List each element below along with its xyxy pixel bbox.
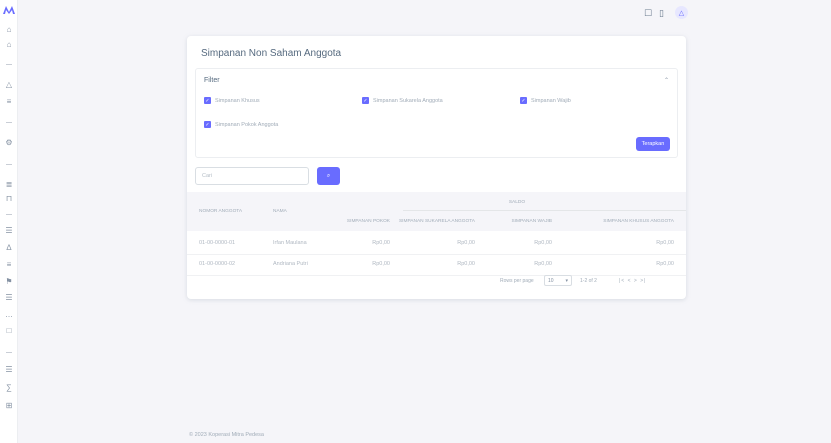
user-icon[interactable]: ∆ — [4, 243, 14, 253]
chart-bar-icon[interactable]: ≣ — [4, 180, 14, 190]
sign-icon[interactable]: ∑ — [4, 383, 14, 393]
header-group-saldo: SALDO — [508, 200, 526, 205]
user-icon: △ — [678, 9, 685, 17]
rows-per-page-select[interactable]: 10 ▾ — [544, 275, 572, 286]
checkbox-label: Simpanan Sukarela Anggota — [373, 97, 443, 104]
checkbox-simpanan-sukarela[interactable]: ✓ Simpanan Sukarela Anggota — [362, 97, 443, 104]
cell-sukarela: Rp0,00 — [457, 240, 475, 246]
cell-wajib: Rp0,00 — [534, 240, 552, 246]
main-card: Simpanan Non Saham Anggota Filter ⌃ ✓ Si… — [187, 36, 686, 299]
checkbox-check-icon[interactable]: ✓ — [204, 97, 211, 104]
cell-nomor: 01-00-0000-02 — [199, 261, 236, 267]
sidebar: ⌂ ⌂ △ ≡ ⚙ ≣ ⊓ ☰ ∆ ≡ ⚑ ☰ … □ ☰ ∑ ⊞ — [0, 0, 18, 443]
logo-icon[interactable] — [3, 6, 15, 14]
search-input[interactable] — [195, 167, 309, 185]
sidebar-separator — [6, 64, 12, 65]
flag-icon[interactable]: ⚑ — [4, 277, 14, 287]
mobile-icon[interactable]: ▯ — [659, 9, 664, 18]
list-icon[interactable]: ≡ — [4, 260, 14, 270]
page-title: Simpanan Non Saham Anggota — [201, 48, 342, 59]
cell-khusus: Rp0,00 — [656, 240, 674, 246]
sidebar-separator — [6, 122, 12, 123]
table-header: SALDO NOMOR ANGGOTA NAMA SIMPANAN POKOK … — [187, 192, 686, 231]
lock-icon[interactable]: ⌂ — [4, 40, 14, 50]
table-row[interactable]: 01-00-0000-01 Irfan Maulana Rp0,00 Rp0,0… — [187, 234, 686, 254]
footer-copyright: © 2023 Koperasi Mitra Pedesa — [189, 432, 264, 438]
chart-icon[interactable]: ≡ — [4, 97, 14, 107]
checkbox-check-icon[interactable]: ✓ — [204, 121, 211, 128]
checkbox-simpanan-khusus[interactable]: ✓ Simpanan Khusus — [204, 97, 260, 104]
header-simpanan-pokok[interactable]: SIMPANAN POKOK — [347, 219, 390, 224]
cell-sukarela: Rp0,00 — [457, 261, 475, 267]
sidebar-separator — [6, 164, 12, 165]
rows-per-page-value: 10 — [548, 277, 554, 284]
header-nomor-anggota[interactable]: NOMOR ANGGOTA — [199, 209, 242, 214]
checkbox-label: Simpanan Wajib — [531, 97, 571, 104]
search-button[interactable]: ⌕ — [317, 167, 340, 185]
checkbox-simpanan-wajib[interactable]: ✓ Simpanan Wajib — [520, 97, 571, 104]
chevron-down-icon: ▾ — [565, 277, 568, 284]
cell-pokok: Rp0,00 — [372, 261, 390, 267]
checkbox-label: Simpanan Pokok Anggota — [215, 121, 279, 128]
table-row[interactable]: 01-00-0000-02 Andriana Putri Rp0,00 Rp0,… — [187, 255, 686, 275]
header-nama[interactable]: NAMA — [273, 209, 287, 214]
search-icon: ⌕ — [326, 172, 331, 179]
avatar[interactable]: △ — [675, 6, 688, 19]
cell-wajib: Rp0,00 — [534, 261, 552, 267]
header-simpanan-wajib[interactable]: SIMPANAN WAJIB — [511, 219, 552, 224]
checkbox-check-icon[interactable]: ✓ — [520, 97, 527, 104]
checkbox-simpanan-pokok[interactable]: ✓ Simpanan Pokok Anggota — [204, 121, 278, 128]
dashboard-icon[interactable]: ⚙ — [4, 138, 14, 148]
rows-per-page-label: Rows per page — [500, 278, 534, 284]
header-simpanan-sukarela[interactable]: SIMPANAN SUKARELA ANGGOTA — [399, 219, 475, 224]
door-icon[interactable]: ⊓ — [4, 194, 14, 204]
window-icon[interactable]: ☐ — [644, 9, 652, 18]
filter-label[interactable]: Filter — [204, 77, 220, 84]
filter-panel: Filter ⌃ ✓ Simpanan Khusus ✓ Simpanan Su… — [195, 68, 678, 158]
checkbox-check-icon[interactable]: ✓ — [362, 97, 369, 104]
lock-icon[interactable]: ⌂ — [4, 25, 14, 35]
chevron-up-icon[interactable]: ⌃ — [664, 77, 669, 84]
layout-icon[interactable]: ☰ — [4, 226, 14, 236]
cell-nomor: 01-00-0000-01 — [199, 240, 236, 246]
layout-icon[interactable]: ☰ — [4, 365, 14, 375]
dots-icon[interactable]: … — [4, 310, 14, 320]
apply-filter-button[interactable]: Terapkan — [636, 137, 670, 151]
pagination-range: 1-2 of 2 — [580, 278, 597, 284]
cell-khusus: Rp0,00 — [656, 261, 674, 267]
cell-nama: Andriana Putri — [273, 261, 308, 267]
warning-icon[interactable]: △ — [4, 80, 14, 90]
menu-icon[interactable]: ☰ — [4, 293, 14, 303]
cell-pokok: Rp0,00 — [372, 240, 390, 246]
sidebar-separator — [6, 214, 12, 215]
cell-nama: Irfan Maulana — [273, 240, 307, 246]
checkbox-label: Simpanan Khusus — [215, 97, 260, 104]
sidebar-separator — [6, 352, 12, 353]
header-simpanan-khusus[interactable]: SIMPANAN KHUSUS ANGGOTA — [603, 219, 674, 224]
table-icon[interactable]: ⊞ — [4, 401, 14, 411]
pagination-nav-buttons[interactable]: |< < > >| — [619, 278, 646, 284]
square-icon[interactable]: □ — [4, 326, 14, 336]
